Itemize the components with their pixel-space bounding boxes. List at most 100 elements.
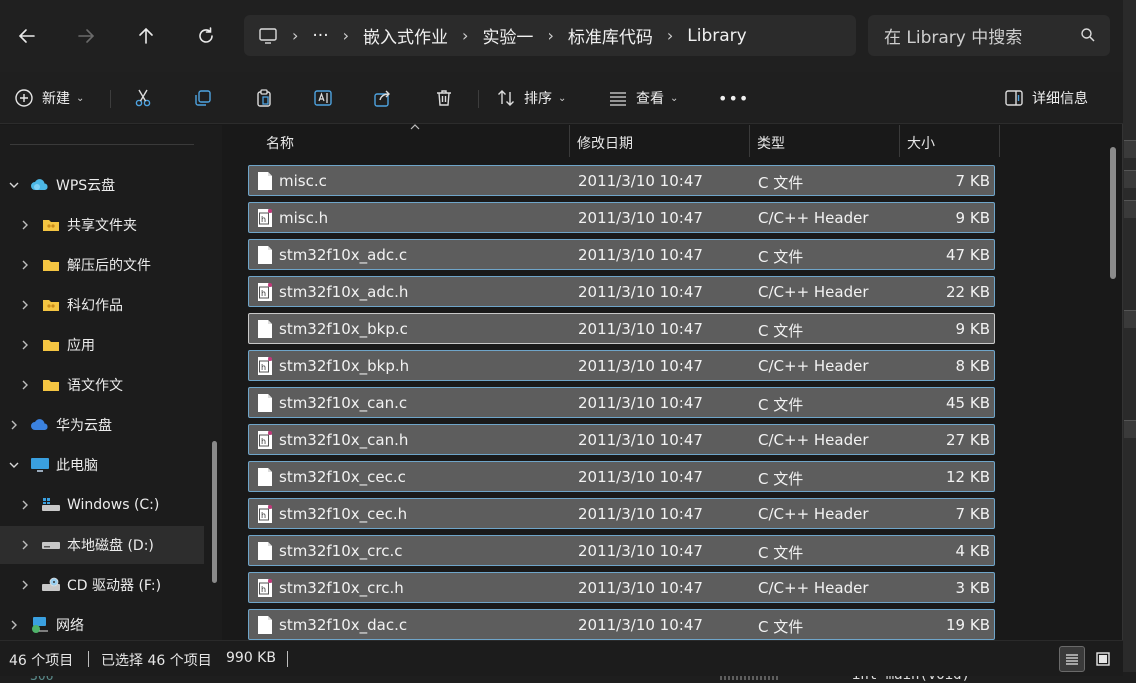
sidebar-item-this-pc[interactable]: 此电脑 bbox=[0, 446, 204, 484]
c-file-icon bbox=[257, 245, 273, 265]
sidebar-item-shared-folder[interactable]: 共享文件夹 bbox=[0, 206, 204, 244]
sidebar-scrollbar[interactable] bbox=[212, 441, 217, 583]
table-row[interactable]: h misc.h 2011/3/10 10:47 C/C++ Header 9 KB bbox=[248, 202, 995, 233]
file-size: 9 KB bbox=[955, 209, 990, 227]
table-row[interactable]: stm32f10x_can.c 2011/3/10 10:47 C 文件 45 KB bbox=[248, 387, 995, 418]
clipboard-icon bbox=[257, 89, 271, 107]
delete-button[interactable] bbox=[434, 84, 454, 112]
up-button[interactable] bbox=[128, 18, 164, 54]
breadcrumb-segment[interactable]: 实验一 bbox=[482, 23, 533, 48]
table-row[interactable]: stm32f10x_adc.c 2011/3/10 10:47 C 文件 47 KB bbox=[248, 239, 995, 270]
file-type: C 文件 bbox=[758, 248, 804, 266]
file-name: stm32f10x_adc.h bbox=[279, 283, 409, 301]
column-size[interactable]: 大小 bbox=[907, 133, 935, 153]
up-icon bbox=[139, 27, 153, 44]
sidebar-item-drive-d[interactable]: 本地磁盘 (D:) bbox=[0, 526, 204, 564]
table-row[interactable]: misc.c 2011/3/10 10:47 C 文件 7 KB bbox=[248, 165, 995, 196]
rename-button[interactable] bbox=[313, 84, 333, 112]
file-name: stm32f10x_crc.h bbox=[279, 579, 404, 597]
sidebar-item-extracted-files[interactable]: 解压后的文件 bbox=[0, 246, 204, 284]
chevron-down-icon[interactable] bbox=[8, 459, 20, 471]
chevron-right-icon[interactable] bbox=[19, 539, 31, 551]
file-size: 45 KB bbox=[946, 394, 990, 412]
sidebar-item-scifi[interactable]: 科幻作品 bbox=[0, 286, 204, 324]
chevron-right-icon[interactable] bbox=[19, 339, 31, 351]
breadcrumb-more[interactable]: ··· bbox=[312, 26, 328, 46]
breadcrumb-segment[interactable]: 标准库代码 bbox=[568, 23, 653, 48]
table-row[interactable]: stm32f10x_crc.c 2011/3/10 10:47 C 文件 4 KB bbox=[248, 535, 995, 566]
table-row[interactable]: h stm32f10x_adc.h 2011/3/10 10:47 C/C++ Hea… bbox=[248, 276, 995, 307]
plus-circle-icon bbox=[15, 89, 33, 107]
h-file-icon: h bbox=[257, 356, 273, 376]
view-button[interactable]: 查看 ⌄ bbox=[608, 84, 678, 112]
sidebar-item-network[interactable]: 网络 bbox=[0, 606, 204, 644]
table-row[interactable]: h stm32f10x_can.h 2011/3/10 10:47 C/C++ Hea… bbox=[248, 424, 995, 455]
file-explorer-window: › ··· › 嵌入式作业 › 实验一 › 标准库代码 › Library 在 … bbox=[0, 0, 1123, 676]
sidebar-item-wps-cloud[interactable]: WPS云盘 bbox=[0, 166, 204, 204]
folder-icon bbox=[41, 256, 61, 274]
chevron-right-icon[interactable] bbox=[19, 579, 31, 591]
column-divider[interactable] bbox=[899, 125, 900, 157]
c-file-icon bbox=[257, 615, 273, 635]
sidebar-item-drive-f[interactable]: CD 驱动器 (F:) bbox=[0, 566, 204, 604]
table-row[interactable]: stm32f10x_dac.c 2011/3/10 10:47 C 文件 19 KB bbox=[248, 609, 995, 640]
large-icons-view-button[interactable] bbox=[1090, 646, 1116, 672]
table-row[interactable]: h stm32f10x_cec.h 2011/3/10 10:47 C/C++ Hea… bbox=[248, 498, 995, 529]
chevron-right-icon[interactable] bbox=[19, 219, 31, 231]
file-list-scrollbar[interactable] bbox=[1110, 147, 1116, 279]
breadcrumb-segment[interactable]: 嵌入式作业 bbox=[363, 23, 448, 48]
file-date: 2011/3/10 10:47 bbox=[578, 209, 703, 227]
column-name[interactable]: 名称 bbox=[266, 133, 294, 153]
column-divider[interactable] bbox=[749, 125, 750, 157]
cut-button[interactable] bbox=[133, 84, 153, 112]
chevron-right-icon: › bbox=[462, 26, 469, 45]
chevron-right-icon[interactable] bbox=[19, 259, 31, 271]
sidebar-item-huawei-cloud[interactable]: 华为云盘 bbox=[0, 406, 204, 444]
sidebar-item-essays[interactable]: 语文作文 bbox=[0, 366, 204, 404]
forward-icon bbox=[78, 29, 95, 43]
details-view-button[interactable] bbox=[1059, 646, 1085, 672]
breadcrumb[interactable]: › ··· › 嵌入式作业 › 实验一 › 标准库代码 › Library bbox=[244, 15, 856, 56]
sidebar-item-label: 本地磁盘 (D:) bbox=[67, 538, 154, 554]
view-list-icon bbox=[610, 92, 626, 106]
sort-label: 排序 bbox=[524, 91, 552, 107]
file-size: 3 KB bbox=[955, 579, 990, 597]
chevron-right-icon[interactable] bbox=[8, 619, 20, 631]
forward-button[interactable] bbox=[68, 18, 104, 54]
chevron-right-icon[interactable] bbox=[19, 299, 31, 311]
chevron-down-icon[interactable] bbox=[8, 179, 20, 191]
computer-icon[interactable] bbox=[258, 27, 278, 45]
sidebar-item-drive-c[interactable]: Windows (C:) bbox=[0, 486, 204, 524]
paste-button[interactable] bbox=[254, 84, 274, 112]
details-pane-button[interactable]: 详细信息 bbox=[1004, 84, 1088, 112]
more-options-button[interactable]: ••• bbox=[718, 84, 749, 112]
search-input[interactable]: 在 Library 中搜索 bbox=[868, 15, 1110, 56]
table-row[interactable]: stm32f10x_cec.c 2011/3/10 10:47 C 文件 12 KB bbox=[248, 461, 995, 492]
column-type[interactable]: 类型 bbox=[757, 133, 785, 153]
chevron-right-icon[interactable] bbox=[19, 499, 31, 511]
table-row[interactable]: stm32f10x_bkp.c 2011/3/10 10:47 C 文件 9 KB bbox=[248, 313, 995, 344]
details-pane-icon bbox=[1005, 90, 1023, 106]
sidebar-item-label: 科幻作品 bbox=[67, 298, 123, 314]
table-row[interactable]: h stm32f10x_bkp.h 2011/3/10 10:47 C/C++ Hea… bbox=[248, 350, 995, 381]
file-date: 2011/3/10 10:47 bbox=[578, 468, 703, 486]
sort-button[interactable]: 排序 ⌄ bbox=[496, 84, 566, 112]
breadcrumb-segment[interactable]: Library bbox=[687, 26, 746, 46]
column-divider[interactable] bbox=[569, 125, 570, 157]
sidebar-item-apps[interactable]: 应用 bbox=[0, 326, 204, 364]
tiles-view-icon bbox=[1096, 652, 1110, 666]
back-button[interactable] bbox=[9, 18, 45, 54]
copy-button[interactable] bbox=[193, 84, 213, 112]
chevron-down-icon: ⌄ bbox=[558, 92, 567, 104]
chevron-right-icon[interactable] bbox=[8, 419, 20, 431]
file-size: 12 KB bbox=[946, 468, 990, 486]
details-view-icon bbox=[1066, 654, 1078, 665]
column-divider[interactable] bbox=[999, 125, 1000, 157]
column-modified[interactable]: 修改日期 bbox=[577, 133, 633, 153]
share-button[interactable] bbox=[373, 84, 393, 112]
cloud-wps-icon bbox=[30, 176, 50, 194]
refresh-button[interactable] bbox=[188, 18, 224, 54]
table-row[interactable]: h stm32f10x_crc.h 2011/3/10 10:47 C/C++ Hea… bbox=[248, 572, 995, 603]
chevron-right-icon[interactable] bbox=[19, 379, 31, 391]
new-button[interactable]: 新建 ⌄ bbox=[14, 84, 84, 112]
